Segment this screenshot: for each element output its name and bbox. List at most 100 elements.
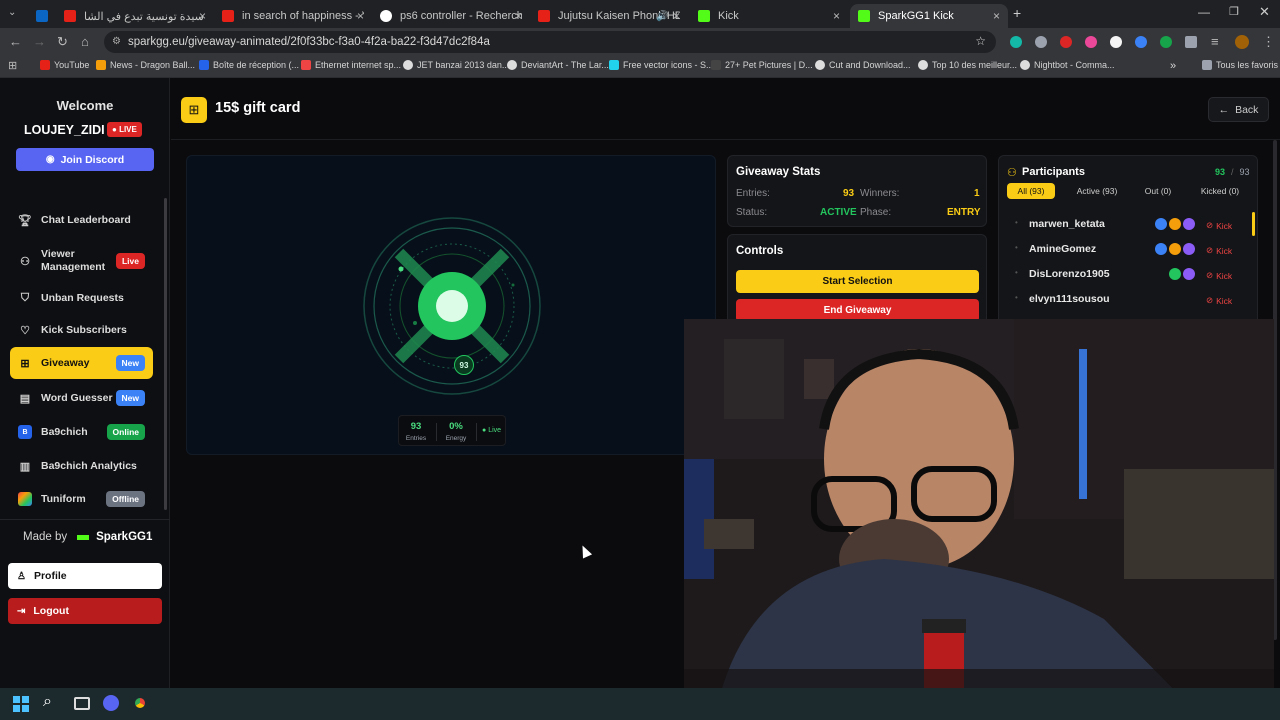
sidebar-item-chat-leaderboard[interactable]: 🏆︎ Chat Leaderboard: [10, 205, 153, 235]
new-tab-button[interactable]: +: [1013, 5, 1021, 21]
extension-icon[interactable]: [1060, 36, 1072, 48]
status-badge: Live: [115, 253, 145, 269]
search-icon[interactable]: ⌕: [43, 693, 52, 711]
bookmark[interactable]: Ethernet internet sp...: [301, 60, 401, 70]
task-view-icon[interactable]: [74, 697, 90, 710]
bookmark[interactable]: DeviantArt - The Lar...: [507, 60, 609, 70]
role-badges: [1153, 217, 1195, 235]
bookmark[interactable]: YouTube: [40, 60, 89, 70]
chrome-icon[interactable]: [132, 695, 148, 711]
youtube-icon: [64, 10, 76, 22]
close-icon[interactable]: ×: [993, 9, 1000, 23]
avatar[interactable]: [1235, 35, 1249, 49]
tool-icon: [1155, 218, 1167, 230]
filter-active[interactable]: Active (93): [1067, 183, 1127, 199]
discord-icon[interactable]: [103, 695, 119, 711]
menu-icon[interactable]: ⋮: [1262, 34, 1275, 50]
live-badge: ● LIVE: [107, 122, 142, 137]
sidebar-item-unban-requests[interactable]: ⛉ Unban Requests: [10, 283, 153, 313]
media-icon[interactable]: ≡: [1211, 34, 1219, 49]
start-selection-button[interactable]: Start Selection: [736, 270, 979, 293]
close-window-button[interactable]: ✕: [1259, 4, 1270, 20]
speaker-icon[interactable]: 🔊: [656, 11, 668, 22]
bookmark[interactable]: 27+ Pet Pictures | D...: [711, 60, 813, 70]
extension-icon[interactable]: [1110, 36, 1122, 48]
heart-icon: ♡: [20, 324, 30, 337]
live-indicator: ● Live: [482, 427, 502, 434]
tab-5[interactable]: Kick ×: [690, 4, 848, 28]
extension-icon[interactable]: [1135, 36, 1147, 48]
sidebar-item-viewer-management[interactable]: ⚇ Viewer Management Live: [10, 243, 153, 279]
apps-icon[interactable]: ⊞: [8, 59, 17, 72]
crown-icon: [1169, 243, 1181, 255]
all-bookmarks[interactable]: Tous les favoris: [1202, 60, 1278, 70]
filter-kicked[interactable]: Kicked (0): [1193, 183, 1247, 199]
bookmark[interactable]: News - Dragon Ball...: [96, 60, 195, 70]
close-icon[interactable]: ×: [515, 9, 522, 23]
tab-4[interactable]: Jujutsu Kaisen Phonk HD - 🔊 ×: [530, 4, 688, 28]
close-icon[interactable]: ×: [673, 9, 680, 23]
forward-arrow-icon[interactable]: →: [33, 34, 46, 49]
close-icon[interactable]: ×: [199, 9, 206, 23]
tab-search-icon[interactable]: ⌄: [8, 7, 16, 18]
sidebar-item-kick-subscribers[interactable]: ♡ Kick Subscribers: [10, 315, 153, 345]
extension-icon[interactable]: [1160, 36, 1172, 48]
sidebar-item-ba9chich[interactable]: B Ba9chich Online: [10, 417, 153, 447]
shield-icon: ⛉: [20, 291, 30, 304]
sidebar-item-tuniform[interactable]: Tuniform Offline: [10, 484, 153, 514]
status-badge: New: [115, 390, 145, 406]
arrow-left-icon: ←: [1218, 103, 1230, 116]
filter-out[interactable]: Out (0): [1137, 183, 1179, 199]
sidebar-item-giveaway[interactable]: ⊞ Giveaway New: [10, 347, 153, 379]
url-field[interactable]: ⚙ sparkgg.eu/giveaway-animated/2f0f33bc-…: [104, 31, 996, 53]
extensions-row: [1008, 36, 1197, 48]
users-icon: ⚇: [20, 255, 30, 268]
stats-title: Giveaway Stats: [736, 166, 821, 178]
star-icon[interactable]: ☆: [975, 34, 986, 48]
tab-linkedin[interactable]: [28, 4, 52, 28]
filter-all[interactable]: All (93): [1007, 183, 1055, 199]
kick-button[interactable]: ⊘ Kick: [1206, 220, 1232, 231]
star-icon: [1183, 268, 1195, 280]
bookmark[interactable]: Nightbot - Comma...: [1020, 60, 1115, 70]
bookmark[interactable]: Boîte de réception (...: [199, 60, 299, 70]
logout-button[interactable]: ⇥ Logout: [8, 598, 162, 624]
windows-start-icon[interactable]: [13, 696, 29, 712]
list-item: • elvyn111sousou ⊘ Kick: [1015, 293, 1233, 306]
profile-button[interactable]: ♙ Profile: [8, 563, 162, 589]
tab-3[interactable]: ps6 controller - Recherche Goo×: [372, 4, 530, 28]
join-discord-button[interactable]: ◉ Join Discord: [16, 148, 154, 171]
puzzle-icon[interactable]: [1185, 36, 1197, 48]
back-button[interactable]: ← Back: [1208, 97, 1269, 122]
ba9chich-icon: B: [18, 425, 32, 439]
tab-1[interactable]: دلندة سيدة تونسية تبدع في الشا×: [56, 4, 214, 28]
sidebar-scrollbar[interactable]: [164, 198, 167, 510]
more-bookmarks-icon[interactable]: »: [1170, 60, 1176, 72]
close-icon[interactable]: ×: [833, 9, 840, 23]
os-taskbar: ⌕: [0, 688, 1280, 720]
bookmark[interactable]: Top 10 des meilleur...: [918, 60, 1017, 70]
extension-icon[interactable]: [1010, 36, 1022, 48]
sidebar-item-ba9chich-analytics[interactable]: ▥ Ba9chich Analytics: [10, 451, 153, 481]
bookmark[interactable]: Free vector icons - S...: [609, 60, 714, 70]
extension-icon[interactable]: [1085, 36, 1097, 48]
site-info-icon[interactable]: ⚙: [112, 36, 121, 47]
google-icon: [380, 10, 392, 22]
tab-2[interactable]: in search of happiness - YouTube×: [214, 4, 372, 28]
maximize-button[interactable]: ❐: [1229, 5, 1239, 18]
bookmark[interactable]: Cut and Download...: [815, 60, 911, 70]
reload-icon[interactable]: ↻: [57, 34, 68, 50]
close-icon[interactable]: ×: [357, 9, 364, 23]
kick-button[interactable]: ⊘ Kick: [1206, 270, 1232, 281]
tab-6[interactable]: SparkGG1 Kick ×: [850, 4, 1008, 28]
kick-button[interactable]: ⊘ Kick: [1206, 245, 1232, 256]
extension-icon[interactable]: [1035, 36, 1047, 48]
minimize-button[interactable]: —: [1198, 5, 1210, 19]
kick-button[interactable]: ⊘ Kick: [1206, 295, 1232, 306]
bookmark[interactable]: JET banzai 2013 dan...: [403, 60, 509, 70]
home-icon[interactable]: ⌂: [81, 34, 89, 49]
sidebar-item-word-guesser[interactable]: ▤ Word Guesser New: [10, 383, 153, 413]
giveaway-wheel-panel: 93 93 Entries 0% Energy ● Live: [186, 155, 716, 455]
back-arrow-icon[interactable]: ←: [9, 34, 22, 49]
participants-scrollbar[interactable]: [1252, 212, 1255, 236]
